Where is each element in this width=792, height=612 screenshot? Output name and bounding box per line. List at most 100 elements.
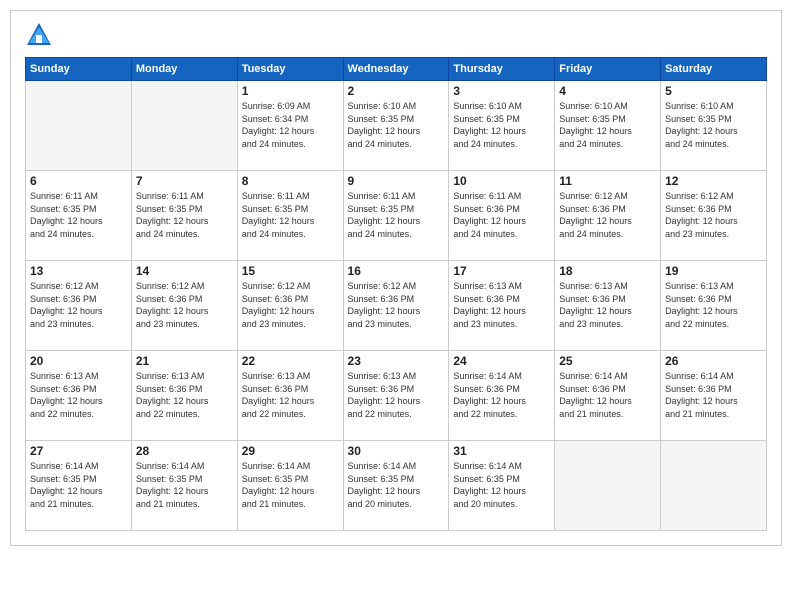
cell-text: Sunrise: 6:13 AM Sunset: 6:36 PM Dayligh…: [348, 370, 445, 420]
day-number: 31: [453, 444, 550, 458]
cell-text: Sunrise: 6:10 AM Sunset: 6:35 PM Dayligh…: [348, 100, 445, 150]
day-number: 30: [348, 444, 445, 458]
cell-text: Sunrise: 6:14 AM Sunset: 6:36 PM Dayligh…: [665, 370, 762, 420]
day-number: 23: [348, 354, 445, 368]
cell-text: Sunrise: 6:13 AM Sunset: 6:36 PM Dayligh…: [136, 370, 233, 420]
calendar-cell: 19 Sunrise: 6:13 AM Sunset: 6:36 PM Dayli…: [661, 261, 767, 351]
calendar-cell: 23 Sunrise: 6:13 AM Sunset: 6:36 PM Dayli…: [343, 351, 449, 441]
day-number: 12: [665, 174, 762, 188]
cell-text: Sunrise: 6:10 AM Sunset: 6:35 PM Dayligh…: [453, 100, 550, 150]
day-number: 24: [453, 354, 550, 368]
cell-text: Sunrise: 6:12 AM Sunset: 6:36 PM Dayligh…: [30, 280, 127, 330]
cell-text: Sunrise: 6:13 AM Sunset: 6:36 PM Dayligh…: [665, 280, 762, 330]
calendar-cell: 15Sunrise: 6:12 AM Sunset: 6:36 PM Dayli…: [237, 261, 343, 351]
calendar-week-row: 1 Sunrise: 6:09 AM Sunset: 6:34 PM Daylig…: [26, 81, 767, 171]
calendar-cell: 27 Sunrise: 6:14 AM Sunset: 6:35 PM Dayli…: [26, 441, 132, 531]
day-number: 26: [665, 354, 762, 368]
day-number: 7: [136, 174, 233, 188]
cell-text: Sunrise: 6:14 AM Sunset: 6:36 PM Dayligh…: [559, 370, 656, 420]
day-number: 16: [348, 264, 445, 278]
day-number: 8: [242, 174, 339, 188]
logo: [25, 21, 57, 49]
calendar-cell: [26, 81, 132, 171]
cell-text: Sunrise: 6:14 AM Sunset: 6:35 PM Dayligh…: [453, 460, 550, 510]
calendar-cell: 7 Sunrise: 6:11 AM Sunset: 6:35 PM Daylig…: [131, 171, 237, 261]
calendar-cell: 10 Sunrise: 6:11 AM Sunset: 6:36 PM Dayli…: [449, 171, 555, 261]
day-number: 22: [242, 354, 339, 368]
cell-text: Sunrise: 6:12 AM Sunset: 6:36 PM Dayligh…: [242, 280, 339, 330]
calendar-cell: 24Sunrise: 6:14 AM Sunset: 6:36 PM Dayli…: [449, 351, 555, 441]
calendar-cell: 20 Sunrise: 6:13 AM Sunset: 6:36 PM Dayli…: [26, 351, 132, 441]
cell-text: Sunrise: 6:09 AM Sunset: 6:34 PM Dayligh…: [242, 100, 339, 150]
day-number: 14: [136, 264, 233, 278]
calendar-cell: [555, 441, 661, 531]
day-number: 27: [30, 444, 127, 458]
day-number: 13: [30, 264, 127, 278]
day-number: 18: [559, 264, 656, 278]
calendar-cell: 28Sunrise: 6:14 AM Sunset: 6:35 PM Dayli…: [131, 441, 237, 531]
calendar-cell: [131, 81, 237, 171]
calendar-cell: 2 Sunrise: 6:10 AM Sunset: 6:35 PM Daylig…: [343, 81, 449, 171]
calendar-week-row: 13 Sunrise: 6:12 AM Sunset: 6:36 PM Dayli…: [26, 261, 767, 351]
calendar-week-row: 20 Sunrise: 6:13 AM Sunset: 6:36 PM Dayli…: [26, 351, 767, 441]
weekday-header: Monday: [131, 58, 237, 81]
calendar-cell: 4 Sunrise: 6:10 AM Sunset: 6:35 PM Daylig…: [555, 81, 661, 171]
calendar-cell: 13 Sunrise: 6:12 AM Sunset: 6:36 PM Dayli…: [26, 261, 132, 351]
calendar-cell: 26 Sunrise: 6:14 AM Sunset: 6:36 PM Dayli…: [661, 351, 767, 441]
day-number: 4: [559, 84, 656, 98]
cell-text: Sunrise: 6:14 AM Sunset: 6:35 PM Dayligh…: [136, 460, 233, 510]
cell-text: Sunrise: 6:11 AM Sunset: 6:35 PM Dayligh…: [348, 190, 445, 240]
weekday-header: Friday: [555, 58, 661, 81]
cell-text: Sunrise: 6:14 AM Sunset: 6:35 PM Dayligh…: [348, 460, 445, 510]
calendar-cell: 17 Sunrise: 6:13 AM Sunset: 6:36 PM Dayli…: [449, 261, 555, 351]
day-number: 21: [136, 354, 233, 368]
weekday-header: Thursday: [449, 58, 555, 81]
calendar-cell: 16 Sunrise: 6:12 AM Sunset: 6:36 PM Dayli…: [343, 261, 449, 351]
calendar-week-row: 6Sunrise: 6:11 AM Sunset: 6:35 PM Daylig…: [26, 171, 767, 261]
calendar-cell: [661, 441, 767, 531]
weekday-header-row: SundayMondayTuesdayWednesdayThursdayFrid…: [26, 58, 767, 81]
day-number: 25: [559, 354, 656, 368]
calendar-cell: 14 Sunrise: 6:12 AM Sunset: 6:36 PM Dayli…: [131, 261, 237, 351]
cell-text: Sunrise: 6:13 AM Sunset: 6:36 PM Dayligh…: [559, 280, 656, 330]
day-number: 17: [453, 264, 550, 278]
weekday-header: Wednesday: [343, 58, 449, 81]
cell-text: Sunrise: 6:13 AM Sunset: 6:36 PM Dayligh…: [242, 370, 339, 420]
day-number: 9: [348, 174, 445, 188]
header: [25, 21, 767, 49]
logo-icon: [25, 21, 53, 49]
day-number: 11: [559, 174, 656, 188]
cell-text: Sunrise: 6:11 AM Sunset: 6:35 PM Dayligh…: [136, 190, 233, 240]
cell-text: Sunrise: 6:14 AM Sunset: 6:35 PM Dayligh…: [30, 460, 127, 510]
calendar-week-row: 27 Sunrise: 6:14 AM Sunset: 6:35 PM Dayli…: [26, 441, 767, 531]
cell-text: Sunrise: 6:12 AM Sunset: 6:36 PM Dayligh…: [348, 280, 445, 330]
cell-text: Sunrise: 6:12 AM Sunset: 6:36 PM Dayligh…: [136, 280, 233, 330]
cell-text: Sunrise: 6:10 AM Sunset: 6:35 PM Dayligh…: [559, 100, 656, 150]
calendar-cell: 12 Sunrise: 6:12 AM Sunset: 6:36 PM Dayli…: [661, 171, 767, 261]
day-number: 20: [30, 354, 127, 368]
calendar-cell: 8 Sunrise: 6:11 AM Sunset: 6:35 PM Daylig…: [237, 171, 343, 261]
cell-text: Sunrise: 6:12 AM Sunset: 6:36 PM Dayligh…: [665, 190, 762, 240]
day-number: 1: [242, 84, 339, 98]
cell-text: Sunrise: 6:11 AM Sunset: 6:36 PM Dayligh…: [453, 190, 550, 240]
day-number: 29: [242, 444, 339, 458]
calendar-page: SundayMondayTuesdayWednesdayThursdayFrid…: [10, 10, 782, 546]
cell-text: Sunrise: 6:13 AM Sunset: 6:36 PM Dayligh…: [453, 280, 550, 330]
calendar-cell: 5 Sunrise: 6:10 AM Sunset: 6:35 PM Daylig…: [661, 81, 767, 171]
calendar-cell: 6Sunrise: 6:11 AM Sunset: 6:35 PM Daylig…: [26, 171, 132, 261]
calendar-cell: 21 Sunrise: 6:13 AM Sunset: 6:36 PM Dayli…: [131, 351, 237, 441]
cell-text: Sunrise: 6:10 AM Sunset: 6:35 PM Dayligh…: [665, 100, 762, 150]
day-number: 3: [453, 84, 550, 98]
cell-text: Sunrise: 6:14 AM Sunset: 6:35 PM Dayligh…: [242, 460, 339, 510]
calendar-cell: 1 Sunrise: 6:09 AM Sunset: 6:34 PM Daylig…: [237, 81, 343, 171]
cell-text: Sunrise: 6:11 AM Sunset: 6:35 PM Dayligh…: [242, 190, 339, 240]
day-number: 5: [665, 84, 762, 98]
day-number: 10: [453, 174, 550, 188]
calendar-cell: 30 Sunrise: 6:14 AM Sunset: 6:35 PM Dayli…: [343, 441, 449, 531]
weekday-header: Sunday: [26, 58, 132, 81]
calendar-cell: 31 Sunrise: 6:14 AM Sunset: 6:35 PM Dayli…: [449, 441, 555, 531]
calendar-table: SundayMondayTuesdayWednesdayThursdayFrid…: [25, 57, 767, 531]
day-number: 2: [348, 84, 445, 98]
cell-text: Sunrise: 6:13 AM Sunset: 6:36 PM Dayligh…: [30, 370, 127, 420]
day-number: 19: [665, 264, 762, 278]
